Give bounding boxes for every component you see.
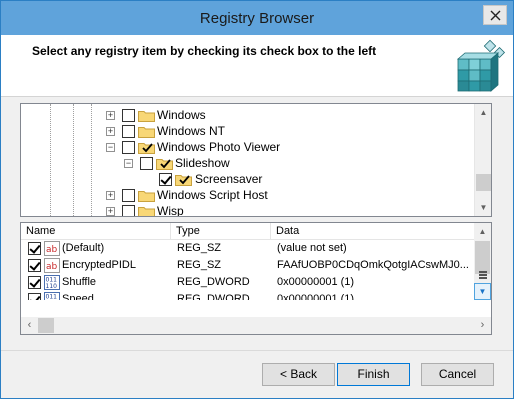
svg-text:110: 110 <box>46 283 58 290</box>
row-checkbox[interactable] <box>28 259 41 272</box>
scroll-up-icon[interactable]: ▲ <box>474 223 491 240</box>
values-list[interactable]: Name Type Data ab (Default) REG_SZ (valu… <box>20 222 492 335</box>
string-value-icon: ab <box>44 241 60 256</box>
tree-item-checkbox[interactable] <box>140 157 153 170</box>
folder-icon <box>138 111 155 122</box>
folder-icon <box>138 127 155 138</box>
grip-icon <box>479 271 487 279</box>
cancel-button[interactable]: Cancel <box>421 363 494 386</box>
expand-icon[interactable]: + <box>106 111 115 120</box>
tree-item-label: Windows Script Host <box>157 188 268 202</box>
row-data: 0x00000001 (1) <box>277 293 355 300</box>
list-horizontal-scrollbar[interactable]: ‹ › <box>21 317 491 334</box>
expand-icon[interactable]: + <box>106 207 115 216</box>
scrollbar-thumb[interactable] <box>476 174 491 191</box>
row-data: 0x00000001 (1) <box>277 276 355 288</box>
list-row[interactable]: 011 110 Shuffle REG_DWORD 0x00000001 (1) <box>21 274 475 291</box>
list-vertical-scrollbar[interactable]: ▲ ▼ <box>474 223 491 300</box>
tree-vertical-scrollbar[interactable]: ▲ ▼ <box>474 104 491 216</box>
close-button[interactable] <box>483 5 507 25</box>
row-type: REG_SZ <box>177 242 222 254</box>
row-name: Shuffle <box>62 276 97 288</box>
window-title: Registry Browser <box>199 10 315 27</box>
tree-item-label: Windows Photo Viewer <box>157 140 281 154</box>
tree-item-label: Windows <box>157 108 206 122</box>
scrollbar-thumb[interactable] <box>475 241 490 279</box>
title-bar: Registry Browser <box>1 1 513 35</box>
row-name: Speed <box>62 293 94 300</box>
folder-icon <box>138 191 155 202</box>
tree-item-label: Screensaver <box>195 172 263 186</box>
scroll-down-icon[interactable]: ▼ <box>475 199 491 216</box>
column-header-name[interactable]: Name <box>21 223 171 240</box>
folder-checked-icon <box>156 159 173 170</box>
svg-text:ab: ab <box>46 262 58 272</box>
row-name: (Default) <box>62 242 105 254</box>
collapse-icon[interactable]: − <box>106 143 115 152</box>
scroll-left-icon[interactable]: ‹ <box>21 317 38 334</box>
row-data: FAAfUOBP0CDqOmkQotgIACswMJ0... <box>277 259 469 271</box>
svg-text:ab: ab <box>46 245 58 255</box>
row-checkbox[interactable] <box>28 293 41 300</box>
close-icon <box>490 10 501 21</box>
collapse-icon[interactable]: − <box>124 159 133 168</box>
tree-guide-line <box>91 104 92 216</box>
row-type: REG_SZ <box>177 259 222 271</box>
row-type: REG_DWORD <box>177 276 250 288</box>
row-checkbox[interactable] <box>28 276 41 289</box>
scroll-right-icon[interactable]: › <box>474 317 491 334</box>
row-data: (value not set) <box>277 242 347 254</box>
list-row[interactable]: ab (Default) REG_SZ (value not set) <box>21 240 475 257</box>
tree-item-label: Wisp <box>157 204 184 217</box>
list-row[interactable]: ab EncryptedPIDL REG_SZ FAAfUOBP0CDqOmkQ… <box>21 257 475 274</box>
tree-item-checkbox[interactable] <box>122 189 135 202</box>
tree-guide-line <box>50 104 51 216</box>
registry-browser-window: Registry Browser Select any registry ite… <box>0 0 514 399</box>
tree-item-checkbox[interactable] <box>122 141 135 154</box>
header-panel: Select any registry item by checking its… <box>1 35 513 97</box>
registry-cubes-icon <box>456 39 506 92</box>
scroll-down-icon[interactable]: ▼ <box>474 283 491 300</box>
binary-value-icon: 011110 <box>44 292 60 300</box>
tree-guide-line <box>73 104 74 216</box>
string-value-icon: ab <box>44 258 60 273</box>
folder-checked-icon <box>175 175 192 186</box>
tree-item-label: Slideshow <box>175 156 230 170</box>
scrollbar-thumb[interactable] <box>38 318 54 333</box>
footer-divider <box>1 350 513 351</box>
row-checkbox[interactable] <box>28 242 41 255</box>
column-header-data[interactable]: Data <box>271 223 475 240</box>
registry-tree[interactable]: + Windows + Windows NT − Windows Photo V… <box>20 103 492 217</box>
finish-button[interactable]: Finish <box>337 363 410 386</box>
row-type: REG_DWORD <box>177 293 250 300</box>
folder-checked-icon <box>138 143 155 154</box>
instruction-text: Select any registry item by checking its… <box>32 44 377 58</box>
list-header: Name Type Data <box>21 223 475 240</box>
list-row[interactable]: 011 110 Speed REG_DWORD 0x00000001 (1) <box>21 291 475 300</box>
tree-item-checkbox[interactable] <box>122 109 135 122</box>
tree-item-checkbox[interactable] <box>159 173 172 186</box>
folder-icon <box>138 207 155 216</box>
binary-value-icon: 011110 <box>44 275 60 290</box>
column-header-type[interactable]: Type <box>171 223 271 240</box>
scroll-up-icon[interactable]: ▲ <box>475 104 491 121</box>
row-name: EncryptedPIDL <box>62 259 136 271</box>
tree-item-label: Windows NT <box>157 124 226 138</box>
expand-icon[interactable]: + <box>106 191 115 200</box>
tree-item-checkbox[interactable] <box>122 125 135 138</box>
tree-item-checkbox[interactable] <box>122 205 135 216</box>
back-button[interactable]: < Back <box>262 363 335 386</box>
expand-icon[interactable]: + <box>106 127 115 136</box>
